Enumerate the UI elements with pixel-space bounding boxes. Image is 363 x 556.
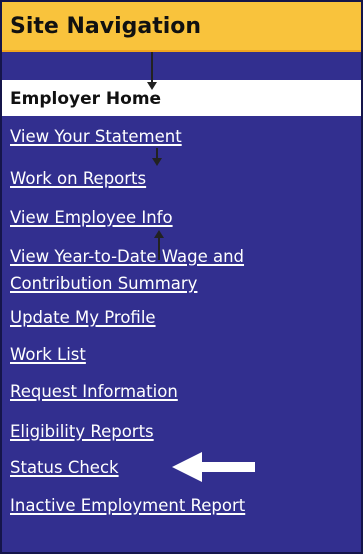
nav-title: Site Navigation [10, 14, 202, 39]
nav-link-view-your-statement[interactable]: View Your Statement [10, 125, 182, 149]
site-navigation-panel: Site Navigation Employer Home View Your … [0, 0, 363, 554]
nav-link-view-employee-info[interactable]: View Employee Info [10, 206, 173, 230]
nav-link-work-on-reports[interactable]: Work on Reports [10, 167, 146, 191]
nav-link-inactive-employment-report[interactable]: Inactive Employment Report [10, 494, 245, 518]
nav-header: Site Navigation [2, 2, 361, 52]
employer-home-item[interactable]: Employer Home [2, 80, 361, 116]
nav-link-eligibility-reports[interactable]: Eligibility Reports [10, 420, 154, 444]
nav-link-work-list[interactable]: Work List [10, 343, 86, 367]
nav-link-request-information[interactable]: Request Information [10, 380, 178, 404]
nav-link-view-ytd-wage-line1[interactable]: View Year-to-Date Wage and [10, 245, 244, 269]
employer-home-label: Employer Home [10, 89, 162, 109]
nav-link-update-my-profile[interactable]: Update My Profile [10, 306, 156, 330]
nav-link-view-ytd-wage-line2[interactable]: Contribution Summary [10, 272, 197, 296]
left-arrow-icon [172, 452, 255, 482]
nav-link-status-check[interactable]: Status Check [10, 456, 119, 480]
